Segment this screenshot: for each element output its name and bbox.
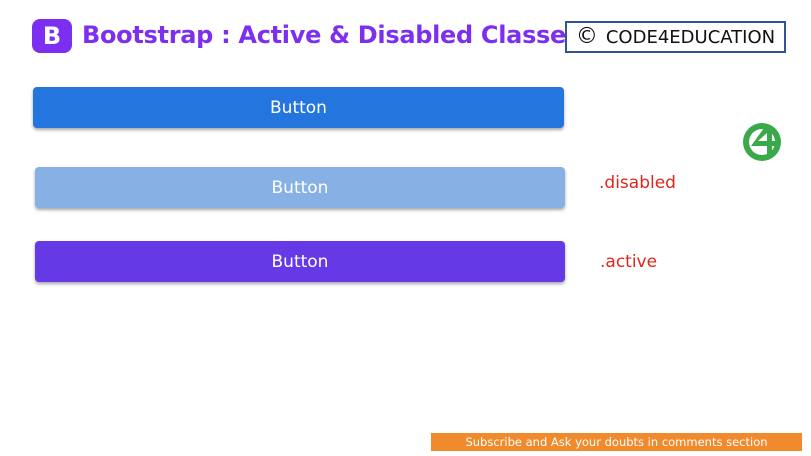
active-class-label: .active: [600, 252, 658, 272]
copyright-icon: ©: [575, 24, 598, 49]
default-button[interactable]: Button: [33, 87, 564, 128]
copyright-text: CODE4EDUCATION: [605, 26, 776, 48]
disabled-button[interactable]: Button: [35, 167, 565, 208]
page-title: Bootstrap : Active & Disabled Classes: [82, 21, 580, 49]
code4education-logo-icon: [743, 123, 781, 161]
copyright-box: © CODE4EDUCATION: [565, 21, 786, 53]
bootstrap-logo-icon: B: [32, 19, 72, 53]
active-button[interactable]: Button: [35, 241, 565, 282]
subscribe-banner: Subscribe and Ask your doubts in comment…: [431, 433, 802, 451]
disabled-class-label: .disabled: [599, 173, 676, 193]
